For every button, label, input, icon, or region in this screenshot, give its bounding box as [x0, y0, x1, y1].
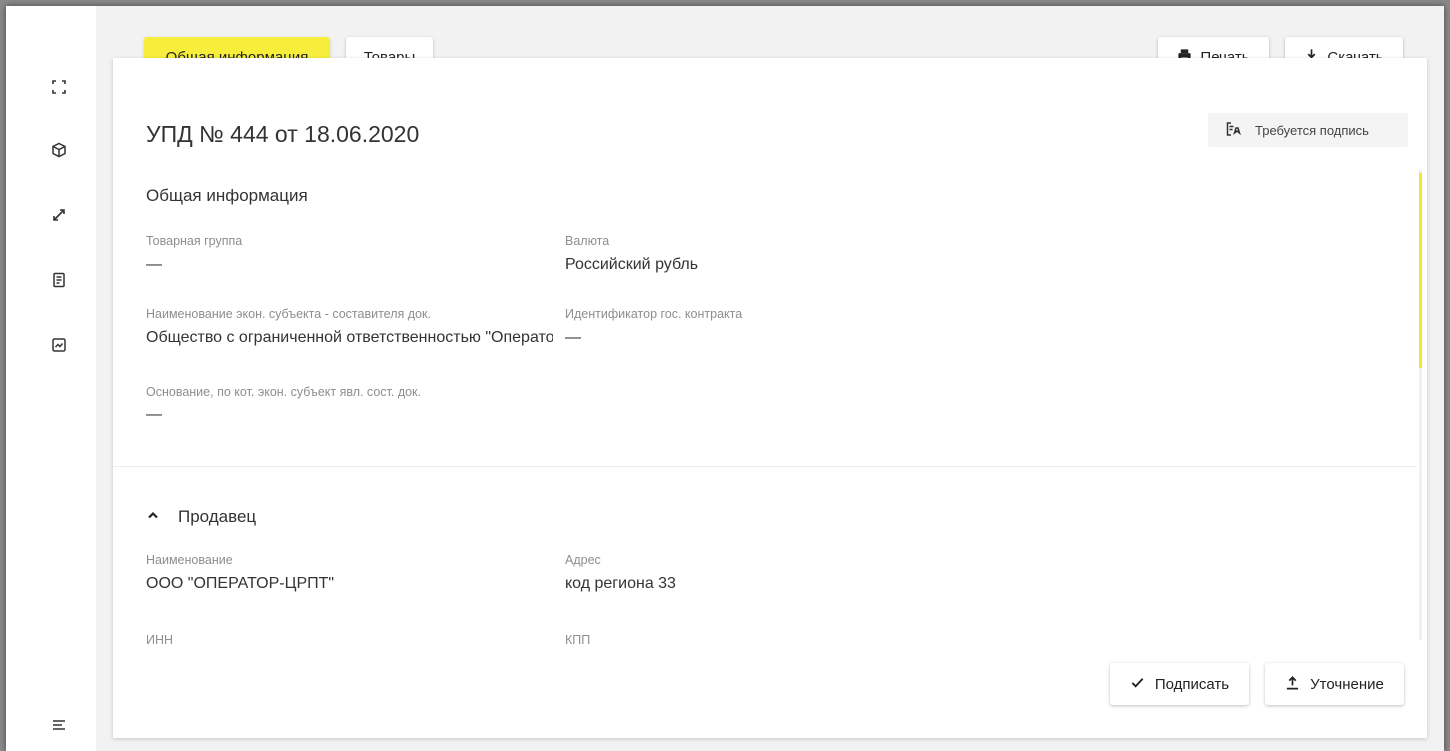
- transfer-icon[interactable]: [50, 206, 68, 224]
- status-badge: Требуется подпись: [1208, 113, 1408, 147]
- field-label-contract-id: Идентификатор гос. контракта: [565, 307, 743, 321]
- document-icon[interactable]: [50, 271, 68, 289]
- scrollbar-thumb[interactable]: [1419, 173, 1422, 368]
- sidebar: [6, 6, 96, 751]
- section-title-general: Общая информация: [146, 186, 308, 205]
- scan-icon[interactable]: [50, 78, 68, 96]
- field-value-contract-id: —: [565, 329, 581, 346]
- checkmark-icon: [1130, 675, 1145, 694]
- field-value-seller-name: ООО "ОПЕРАТОР-ЦРПТ": [146, 575, 335, 592]
- clarify-button-label: Уточнение: [1310, 675, 1384, 693]
- chevron-up-icon: [146, 507, 160, 527]
- field-value-issuer-name: Общество с ограниченной ответственностью…: [146, 329, 553, 346]
- sign-button[interactable]: Подписать: [1110, 663, 1249, 705]
- field-value-seller-address: код региона 33: [565, 575, 676, 592]
- status-badge-label: Требуется подпись: [1255, 122, 1369, 138]
- seller-section-toggle[interactable]: Продавец: [146, 505, 256, 529]
- clarify-button[interactable]: Уточнение: [1265, 663, 1404, 705]
- field-value-basis: —: [146, 406, 162, 423]
- sign-button-label: Подписать: [1154, 675, 1230, 693]
- page-title: УПД № 444 от 18.06.2020: [146, 121, 420, 147]
- seller-section-title: Продавец: [178, 507, 257, 526]
- field-label-product-group: Товарная группа: [146, 234, 243, 248]
- field-label-issuer-name: Наименование экон. субъекта - составител…: [146, 307, 431, 321]
- field-label-seller-name: Наименование: [146, 553, 233, 567]
- signature-required-icon: [1225, 121, 1241, 140]
- report-icon[interactable]: [50, 336, 68, 354]
- upload-icon: [1285, 675, 1300, 694]
- box-icon[interactable]: [50, 141, 68, 159]
- field-label-seller-inn: ИНН: [146, 633, 174, 647]
- field-label-currency: Валюта: [565, 234, 610, 248]
- field-label-seller-address: Адрес: [565, 553, 601, 567]
- field-value-product-group: —: [146, 256, 162, 273]
- menu-icon[interactable]: [50, 716, 68, 734]
- field-label-seller-kpp: КПП: [565, 633, 591, 647]
- section-divider: [113, 466, 1417, 467]
- document-card: УПД № 444 от 18.06.2020 Требуется подпис…: [113, 58, 1427, 738]
- app-window: Общая информация Товары Печать Скачать У…: [6, 6, 1444, 751]
- field-value-currency: Российский рубль: [565, 256, 699, 273]
- field-label-basis: Основание, по кот. экон. субъект явл. со…: [146, 385, 421, 399]
